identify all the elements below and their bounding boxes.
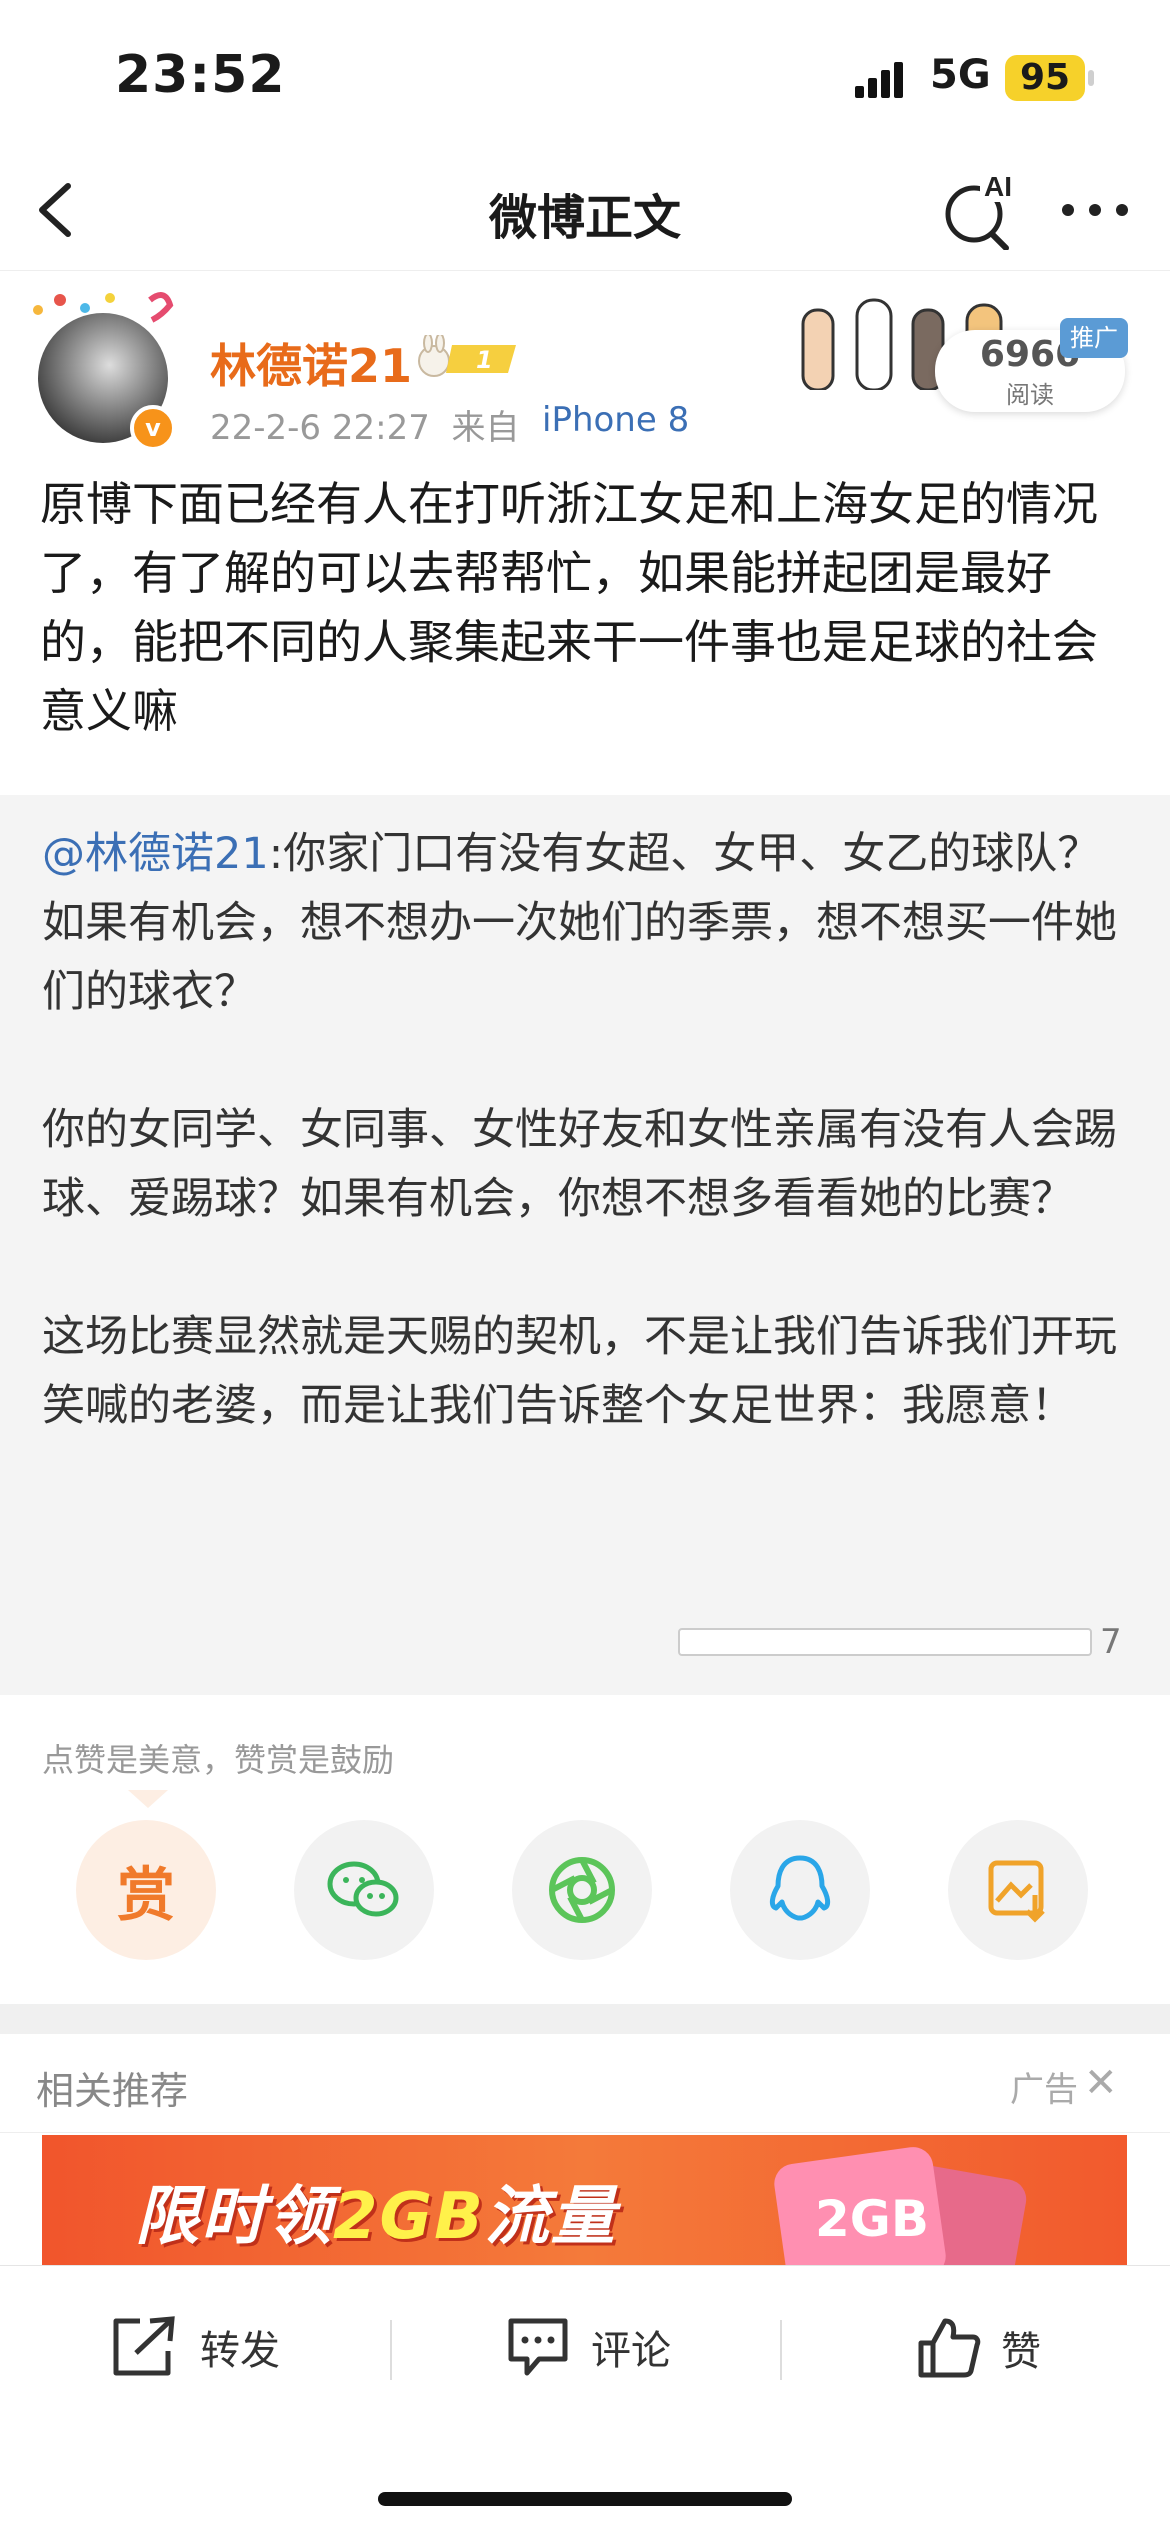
ad-card-label: 2GB: [815, 2190, 929, 2248]
related-title: 相关推荐: [36, 2069, 189, 2113]
thumbs-up-icon: [918, 2318, 981, 2378]
ad-suffix: 流量: [484, 2180, 617, 2254]
action-separator: [780, 2320, 782, 2380]
avatar-frame-decoration: [30, 290, 180, 330]
signal-icon: [855, 62, 903, 98]
repost-button[interactable]: 转发: [110, 2315, 280, 2379]
qq-icon: [769, 1855, 831, 1921]
share-wechat-button[interactable]: [294, 1820, 434, 1960]
post-time: 22-2-6 22:27: [210, 408, 430, 448]
image-strip-scrollbar[interactable]: [678, 1628, 1092, 1656]
close-ad-icon[interactable]: ✕: [1084, 2060, 1118, 2106]
save-image-button[interactable]: [948, 1820, 1088, 1960]
ad-label: 广告: [1010, 2070, 1078, 2110]
post-timestamp: 22-2-6 22:27 来自: [210, 400, 519, 449]
image-count: 7: [1100, 1622, 1122, 1662]
share-moments-button[interactable]: [512, 1820, 652, 1960]
quoted-post-body: :你家门口有没有女超、女甲、女乙的球队？如果有机会，想不想办一次她们的季票，想不…: [42, 829, 1117, 1431]
battery-indicator: 95: [1005, 55, 1085, 101]
reward-pointer: [128, 1790, 168, 1808]
moments-icon: [549, 1857, 615, 1923]
comment-label: 评论: [591, 2328, 671, 2374]
repost-label: 转发: [200, 2328, 280, 2374]
quoted-post-text: @林德诺21:你家门口有没有女超、女甲、女乙的球队？如果有机会，想不想办一次她们…: [42, 820, 1132, 1441]
comment-icon: [508, 2318, 568, 2376]
reward-label: 赏: [116, 1861, 175, 1929]
post-source-prefix: 来自: [451, 408, 520, 448]
comment-button[interactable]: 评论: [505, 2315, 671, 2379]
ad-prefix: 限时领: [135, 2180, 333, 2254]
author-name[interactable]: 林德诺21: [210, 330, 412, 396]
like-label: 赞: [1001, 2329, 1041, 2375]
home-indicator[interactable]: [378, 2492, 792, 2506]
more-icon[interactable]: [1060, 195, 1130, 225]
verified-badge-icon: v: [130, 405, 176, 451]
action-separator: [390, 2320, 392, 2380]
reward-hint: 点赞是美意，赞赏是鼓励: [42, 1741, 395, 1779]
repost-icon: [113, 2316, 175, 2376]
status-time: 23:52: [115, 45, 286, 105]
reward-button[interactable]: 赏: [76, 1820, 216, 1960]
network-type: 5G: [930, 52, 991, 98]
ai-search-icon[interactable]: AI: [940, 170, 1020, 250]
post-text: 原博下面已经有人在打听浙江女足和上海女足的情况了，有了解的可以去帮帮忙，如果能拼…: [40, 477, 1098, 738]
promote-badge[interactable]: 推广: [1060, 318, 1128, 358]
ai-label: AI: [984, 171, 1012, 202]
section-divider: [0, 2004, 1170, 2034]
related-separator: [0, 2132, 1170, 2133]
badge-level: 1: [476, 346, 493, 374]
share-qq-button[interactable]: [730, 1820, 870, 1960]
like-button[interactable]: 赞: [915, 2315, 1041, 2381]
save-image-icon: [988, 1860, 1045, 1923]
wechat-icon: [327, 1861, 399, 1917]
ad-headline: 限时领2GB流量: [135, 2165, 617, 2257]
read-count-label: 阅读: [1006, 381, 1054, 409]
mention-link[interactable]: @林德诺21: [42, 829, 269, 879]
post-source[interactable]: iPhone 8: [542, 400, 689, 440]
member-level-badge-icon[interactable]: 1: [412, 335, 522, 379]
battery-tip: [1088, 70, 1094, 86]
ad-highlight: 2GB: [333, 2180, 485, 2254]
